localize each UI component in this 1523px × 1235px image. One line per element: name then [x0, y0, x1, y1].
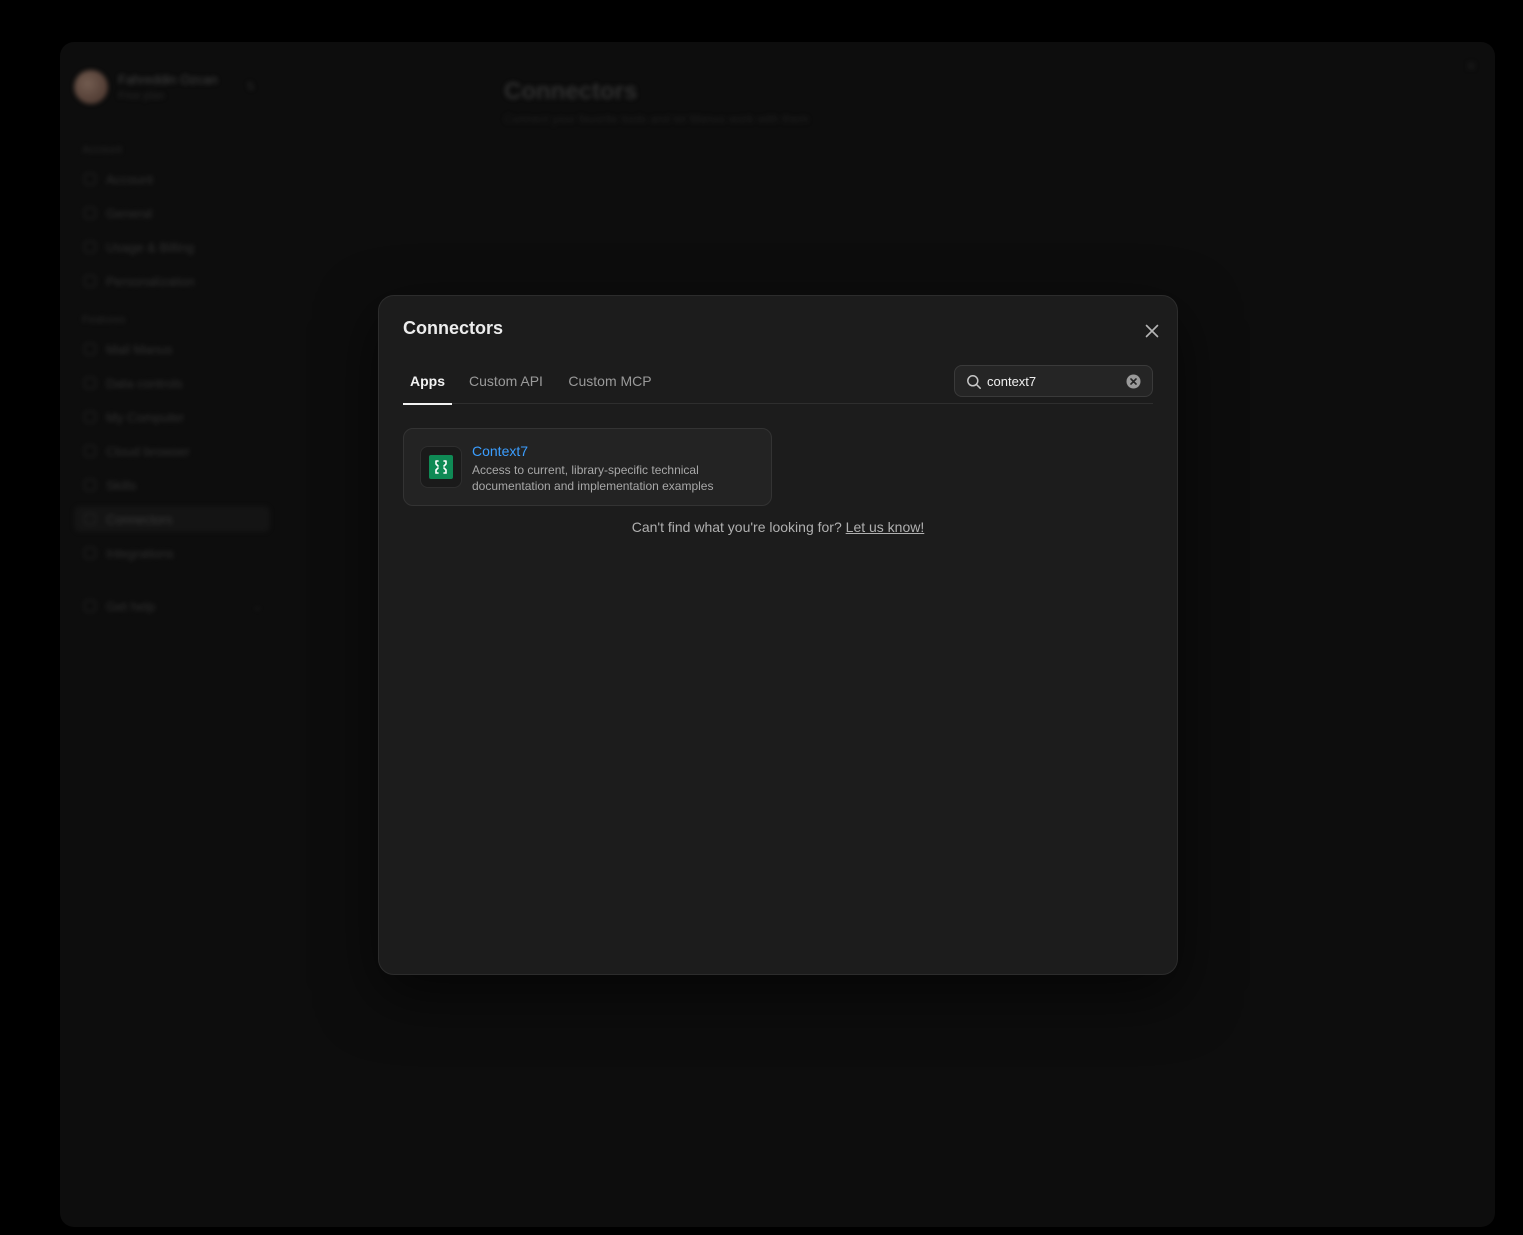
- connector-name: Context7: [472, 443, 529, 459]
- skills-icon: [84, 479, 96, 491]
- settings-icon: [84, 207, 96, 219]
- page-title: Connectors: [504, 78, 638, 105]
- help-icon: [84, 600, 96, 612]
- sidebar-item-account: Account: [74, 166, 270, 192]
- profile-name: Fahreddin Ozcan: [118, 72, 218, 87]
- tab-custom-api[interactable]: Custom API: [466, 364, 546, 404]
- connector-card-context7[interactable]: Context7 Access to current, library-spec…: [403, 428, 772, 506]
- chevron-down-icon: ⌄: [252, 600, 262, 613]
- sidebar-item-general: General: [74, 200, 270, 226]
- sidebar-item-integrations: Integrations: [74, 540, 270, 566]
- sidebar-item-mail: Mail Manus: [74, 336, 270, 362]
- sidebar-section-features: Features: [82, 314, 126, 326]
- connectors-modal: Connectors Apps Custom API Custom MCP co…: [378, 295, 1178, 975]
- mail-icon: [84, 343, 96, 355]
- profile-plan: Free plan: [118, 90, 165, 102]
- sidebar-item-label: Cloud browser: [106, 443, 190, 459]
- billing-icon: [84, 241, 96, 253]
- sidebar-item-label: Connectors: [106, 511, 173, 527]
- personalization-icon: [84, 275, 96, 287]
- browser-icon: [84, 445, 96, 457]
- sidebar-item-data-controls: Data controls: [74, 370, 270, 396]
- search-icon: [967, 375, 981, 389]
- modal-title: Connectors: [403, 318, 504, 338]
- page-subtitle: Connect your favorite tools and let Manu…: [504, 112, 809, 126]
- close-icon: [1145, 324, 1159, 338]
- computer-icon: [84, 411, 96, 423]
- data-icon: [84, 377, 96, 389]
- tab-label: Custom MCP: [568, 373, 652, 389]
- user-icon: [84, 173, 96, 185]
- profile-block: Fahreddin Ozcan Free plan: [74, 70, 218, 104]
- clear-search-icon[interactable]: [1126, 374, 1141, 389]
- window-close-icon: ✕: [1465, 58, 1477, 74]
- active-tab-indicator: [403, 403, 452, 405]
- profile-chevron-icon: ⇅: [246, 81, 256, 93]
- sidebar-item-label: Data controls: [106, 375, 183, 391]
- help-text: Can't find what you're looking for?: [631, 519, 842, 535]
- integrations-icon: [84, 547, 96, 559]
- sidebar-item-get-help: Get help ⌄: [74, 593, 270, 619]
- sidebar-item-usage-billing: Usage & Billing: [74, 234, 270, 260]
- sidebar-item-label: Personalization: [106, 273, 195, 289]
- sidebar-section-account: Account: [82, 144, 122, 156]
- sidebar-item-label: Account: [106, 171, 153, 187]
- sidebar-item-label: Get help: [106, 598, 156, 614]
- context7-logo-icon: [420, 446, 462, 488]
- help-line: Can't find what you're looking for? Let …: [379, 519, 1177, 535]
- settings-sidebar: Fahreddin Ozcan Free plan ⇅ Account Acco…: [60, 42, 285, 1227]
- sidebar-item-personalization: Personalization: [74, 268, 270, 294]
- sidebar-item-label: General: [106, 205, 153, 221]
- search-input[interactable]: [987, 371, 1117, 391]
- modal-close-button[interactable]: [1141, 320, 1163, 342]
- context7-logo-glyph: [429, 455, 453, 479]
- sidebar-item-label: Skills: [106, 477, 137, 493]
- sidebar-item-label: Usage & Billing: [106, 239, 195, 255]
- tab-apps[interactable]: Apps: [403, 364, 452, 405]
- search-box: [954, 365, 1153, 397]
- tab-label: Apps: [410, 373, 445, 389]
- sidebar-item-my-computer: My Computer: [74, 404, 270, 430]
- sidebar-item-label: Mail Manus: [106, 341, 173, 357]
- connector-description: Access to current, library-specific tech…: [472, 463, 714, 493]
- connectors-icon: [84, 513, 96, 525]
- tab-custom-mcp[interactable]: Custom MCP: [565, 364, 655, 404]
- sidebar-item-skills: Skills: [74, 472, 270, 498]
- sidebar-item-label: My Computer: [106, 409, 185, 425]
- sidebar-item-connectors: Connectors: [74, 506, 270, 532]
- tab-label: Custom API: [469, 373, 543, 389]
- let-us-know-link[interactable]: Let us know!: [846, 519, 925, 535]
- sidebar-item-label: Integrations: [106, 545, 174, 561]
- avatar: [74, 70, 108, 104]
- sidebar-item-cloud-browser: Cloud browser: [74, 438, 270, 464]
